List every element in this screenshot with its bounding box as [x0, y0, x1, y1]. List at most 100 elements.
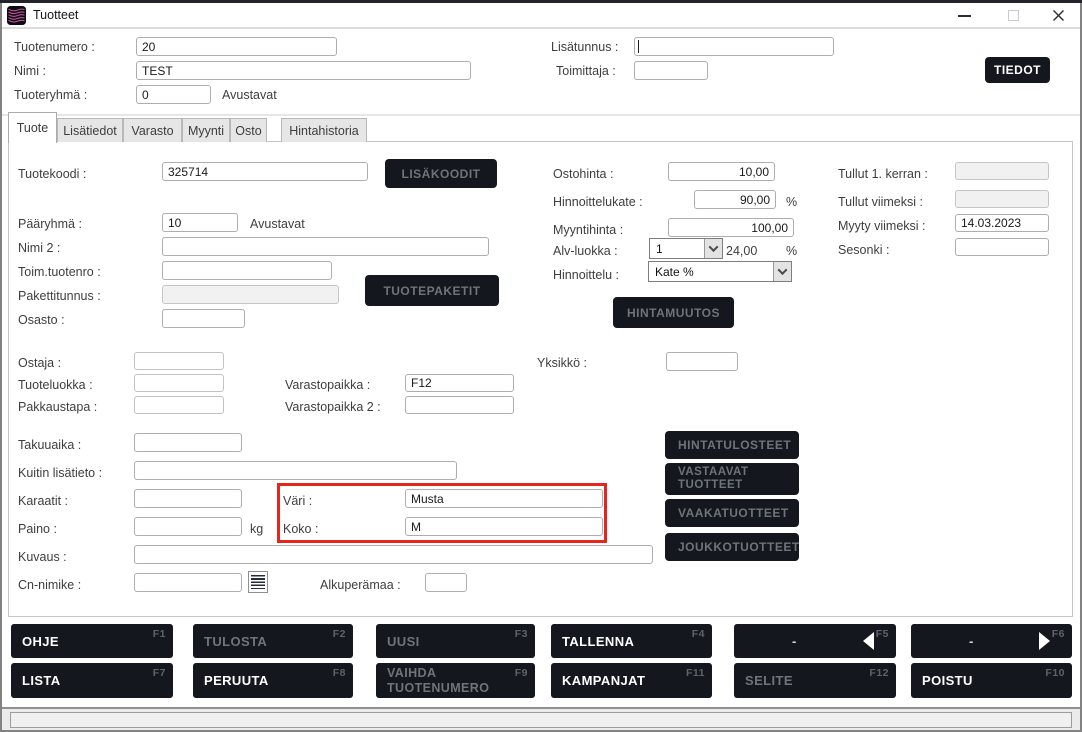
ostohinta-input[interactable]	[668, 162, 775, 181]
hinnoittelu-label: Hinnoittelu :	[553, 268, 619, 282]
tab-varasto[interactable]: Varasto	[123, 118, 182, 142]
myyty-viimeksi-input[interactable]	[955, 214, 1049, 232]
background-window-sliver	[0, 0, 1082, 3]
tiedot-button[interactable]: TIEDOT	[985, 57, 1050, 83]
cn-nimike-browse-button[interactable]	[248, 571, 268, 593]
kampanjat-button[interactable]: KAMPANJAT F11	[551, 663, 712, 698]
maximize-button[interactable]	[1002, 3, 1024, 28]
minimize-icon	[958, 15, 971, 17]
vastaavat-tuotteet-button[interactable]: VASTAAVAT TUOTTEET	[665, 463, 799, 495]
tab-myynti[interactable]: Myynti	[182, 118, 230, 142]
tullut1-input	[955, 162, 1049, 180]
varastopaikka-label: Varastopaikka :	[285, 378, 370, 392]
peruuta-button[interactable]: PERUUTA F8	[193, 663, 353, 698]
next-button[interactable]: - F6	[911, 624, 1072, 658]
karaatit-label: Karaatit :	[18, 494, 68, 508]
paino-input[interactable]	[134, 517, 242, 536]
tab-osto[interactable]: Osto	[230, 118, 267, 142]
tallenna-button[interactable]: TALLENNA F4	[551, 624, 712, 658]
tuotepaketit-button[interactable]: TUOTEPAKETIT	[365, 275, 499, 306]
hinnoittelukate-input[interactable]	[694, 190, 776, 209]
joukkotuotteet-button[interactable]: JOUKKOTUOTTEET	[665, 533, 799, 561]
minimize-button[interactable]	[953, 3, 975, 28]
alv-luokka-label: Alv-luokka :	[553, 244, 618, 258]
varastopaikka-input[interactable]	[405, 374, 514, 392]
osasto-label: Osasto :	[18, 313, 65, 327]
nimi2-input[interactable]	[162, 237, 489, 256]
tuotekoodi-input[interactable]	[162, 162, 368, 181]
previous-button[interactable]: - F5	[734, 624, 896, 658]
fkey-label: F6	[1052, 627, 1065, 642]
peruuta-label: PERUUTA	[204, 673, 269, 688]
paino-unit: kg	[250, 522, 263, 536]
cn-nimike-label: Cn-nimike :	[18, 578, 81, 592]
kampanjat-label: KAMPANJAT	[562, 673, 645, 688]
hinnoittelu-dropdown-arrow[interactable]	[773, 262, 791, 281]
fkey-label: F2	[333, 627, 346, 642]
lisatunnus-input[interactable]	[634, 37, 834, 56]
uusi-button[interactable]: UUSI F3	[376, 624, 535, 658]
lisakoodit-button[interactable]: LISÄKOODIT	[385, 159, 497, 188]
koko-input[interactable]	[405, 517, 603, 536]
tuoteluokka-label: Tuoteluokka :	[18, 378, 93, 392]
fkey-label: F8	[333, 666, 346, 681]
hintamuutos-button[interactable]: HINTAMUUTOS	[613, 297, 734, 328]
hinnoittelukate-label: Hinnoittelukate :	[553, 195, 643, 209]
arrow-left-icon	[863, 632, 874, 650]
fkey-label: F4	[692, 627, 705, 642]
paaryhma-input[interactable]	[162, 213, 238, 232]
hintatulosteet-button[interactable]: HINTATULOSTEET	[665, 431, 799, 459]
osasto-input[interactable]	[162, 309, 245, 328]
toimittaja-input[interactable]	[634, 61, 708, 80]
cn-nimike-input[interactable]	[134, 573, 242, 592]
tab-hintahistoria[interactable]: Hintahistoria	[281, 118, 367, 142]
tuotenumero-input[interactable]	[136, 37, 337, 56]
toimtuotenro-input[interactable]	[162, 261, 332, 280]
tab-tuote[interactable]: Tuote	[8, 112, 57, 143]
fkey-label: F7	[153, 666, 166, 681]
tulosta-button[interactable]: TULOSTA F2	[193, 624, 353, 658]
tuoteluokka-input[interactable]	[134, 374, 224, 392]
tuoteryhma-input[interactable]	[136, 85, 211, 104]
vaakatuotteet-button[interactable]: VAAKATUOTTEET	[665, 499, 799, 527]
vari-label: Väri :	[283, 494, 312, 508]
chevron-down-icon	[778, 265, 788, 275]
ostaja-label: Ostaja :	[18, 356, 61, 370]
fkey-label: F5	[876, 627, 889, 642]
alv-luokka-select[interactable]: 1	[649, 238, 723, 259]
poistu-button[interactable]: POISTU F10	[911, 663, 1072, 698]
header-separator	[2, 114, 1080, 116]
kuitin-lisatieto-input[interactable]	[134, 461, 457, 480]
lisatunnus-label: Lisätunnus :	[551, 40, 618, 54]
nimi2-label: Nimi 2 :	[18, 241, 60, 255]
alv-luokka-dropdown-arrow[interactable]	[704, 239, 722, 258]
ostaja-input[interactable]	[134, 352, 224, 370]
ohje-button[interactable]: OHJE F1	[11, 624, 173, 658]
arrow-right-icon	[1039, 632, 1050, 650]
hinnoittelu-select[interactable]: Kate %	[648, 261, 792, 282]
vaihda-tuotenumero-button[interactable]: VAIHDA TUOTENUMERO F9	[376, 663, 535, 698]
tab-lisatiedot[interactable]: Lisätiedot	[57, 118, 123, 142]
lista-button[interactable]: LISTA F7	[11, 663, 173, 698]
paaryhma-suffix: Avustavat	[250, 217, 305, 231]
varastopaikka2-input[interactable]	[405, 396, 514, 414]
tallenna-label: TALLENNA	[562, 634, 634, 649]
pakkaustapa-input[interactable]	[134, 396, 224, 414]
fkey-label: F1	[153, 627, 166, 642]
pakkaustapa-label: Pakkaustapa :	[18, 400, 97, 414]
lista-label: LISTA	[22, 673, 61, 688]
nimi-input[interactable]	[136, 61, 471, 80]
window-title: Tuotteet	[33, 8, 78, 22]
vari-input[interactable]	[405, 489, 603, 508]
alkuperamaa-input[interactable]	[425, 573, 467, 592]
paaryhma-label: Pääryhmä :	[18, 217, 82, 231]
selite-button[interactable]: SELITE F12	[734, 663, 896, 698]
close-button[interactable]	[1046, 3, 1070, 28]
karaatit-input[interactable]	[134, 489, 242, 508]
yksikko-input[interactable]	[666, 352, 738, 371]
kuvaus-input[interactable]	[134, 545, 653, 564]
sesonki-input[interactable]	[955, 238, 1049, 256]
myyntihinta-input[interactable]	[668, 218, 794, 237]
takuuaika-label: Takuuaika :	[18, 438, 81, 452]
takuuaika-input[interactable]	[134, 433, 242, 452]
